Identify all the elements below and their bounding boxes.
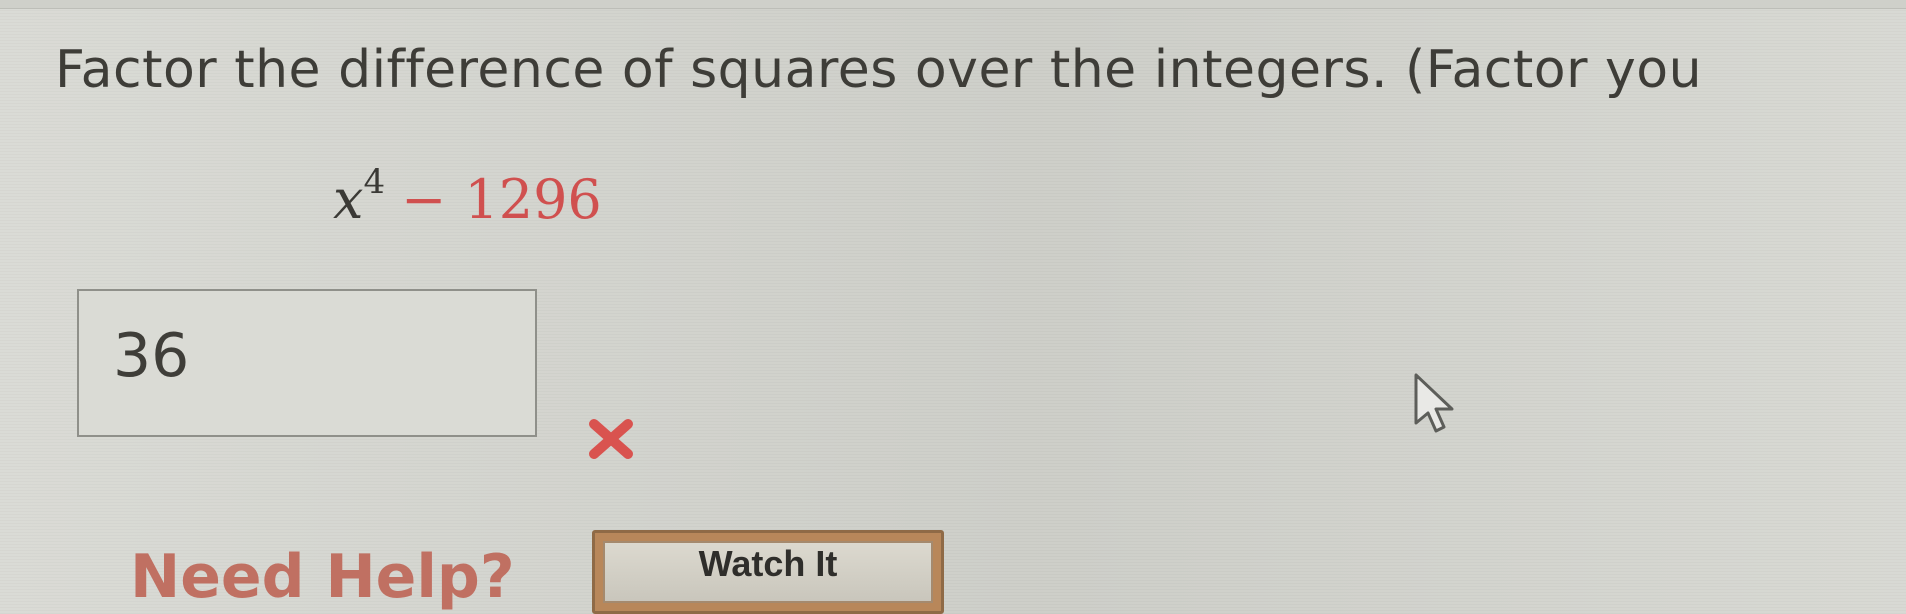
- cross-icon: [589, 419, 633, 459]
- math-expression: x4−1296: [333, 162, 602, 231]
- expression-constant: 1296: [464, 168, 602, 231]
- watch-it-button[interactable]: Watch It: [592, 530, 944, 614]
- top-divider: [0, 0, 1906, 9]
- answer-input[interactable]: 36: [77, 289, 537, 437]
- need-help-label: Need Help?: [130, 542, 515, 612]
- expression-operator: −: [401, 168, 447, 231]
- watch-it-button-label: Watch It: [603, 541, 933, 603]
- mouse-cursor-icon: [1414, 373, 1454, 433]
- expression-variable: x: [333, 168, 364, 231]
- page: Factor the difference of squares over th…: [0, 0, 1906, 614]
- question-text: Factor the difference of squares over th…: [55, 40, 1703, 100]
- expression-exponent: 4: [363, 162, 386, 202]
- answer-value: 36: [113, 321, 190, 391]
